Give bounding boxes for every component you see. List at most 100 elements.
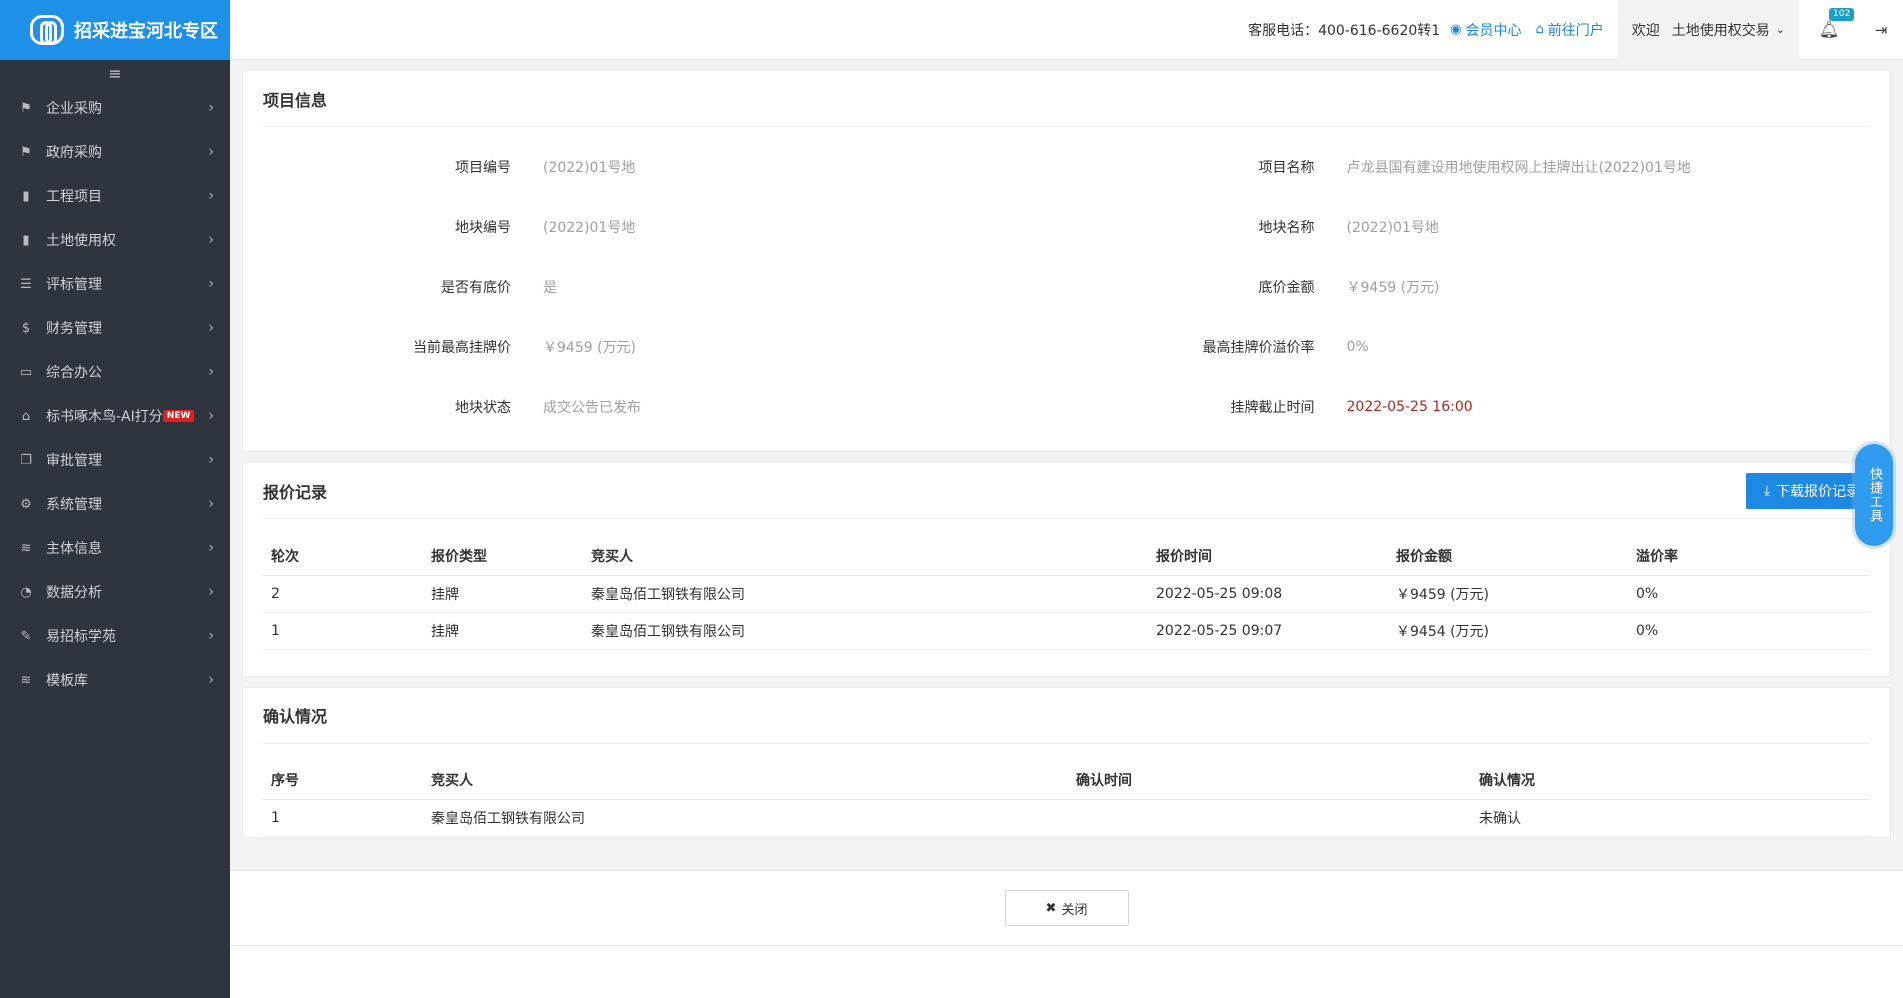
sidebar-item-ai-scoring[interactable]: ⌂ 标书啄木鸟-AI打分 NEW › [0, 394, 230, 438]
field-value: (2022)01号地 [1346, 220, 1439, 236]
column-header: 竞买人 [423, 761, 1068, 800]
table-cell: 0% [1628, 612, 1870, 650]
confirmation-panel: 确认情况 序号 竞买人 确认时间 确认情况 1 秦皇岛佰工钢铁有限公司 未确认 [242, 686, 1891, 838]
field-value: 卢龙县国有建设用地使用权网上挂牌出让(2022)01号地 [1346, 160, 1691, 176]
table-cell: 2022-05-25 09:08 [1148, 575, 1388, 613]
chevron-right-icon: › [208, 276, 214, 292]
field-label: 挂牌截止时间 [1230, 400, 1315, 416]
column-header: 轮次 [263, 537, 423, 576]
download-icon: ⤓ [1763, 482, 1770, 499]
column-header: 报价类型 [423, 537, 583, 576]
sidebar-item-label: 评标管理 [46, 277, 102, 293]
info-row: 是否有底价 是 [263, 257, 1067, 317]
field-value: ￥9459 (万元) [543, 340, 637, 356]
table-cell: 1 [263, 799, 423, 837]
sidebar-item-templates[interactable]: ≋ 模板库 › [0, 658, 230, 702]
logout-button[interactable]: ⇥ [1859, 0, 1903, 60]
field-label: 项目编号 [455, 160, 511, 176]
sidebar-item-label: 政府采购 [46, 145, 102, 161]
flag-icon: ⚑ [20, 100, 32, 116]
sidebar-item-enterprise-procurement[interactable]: ⚑ 企业采购 › [0, 86, 230, 130]
close-button[interactable]: ✖ 关闭 [1004, 890, 1129, 926]
sidebar-item-label: 数据分析 [46, 585, 102, 601]
portal-link[interactable]: ⌂ 前往门户 [1536, 20, 1604, 40]
list-icon: ☰ [20, 276, 32, 292]
chevron-right-icon: › [208, 100, 214, 116]
notification-button[interactable]: 🔔︎ 102 [1799, 0, 1859, 60]
sidebar-item-data-analysis[interactable]: ◔ 数据分析 › [0, 570, 230, 614]
menu-collapse-icon[interactable]: ≡ [0, 60, 230, 86]
chevron-right-icon: › [208, 364, 214, 380]
database-icon: ≋ [20, 672, 32, 688]
chevron-down-icon: ⌄ [1775, 23, 1785, 36]
panel-title: 项目信息 [263, 90, 328, 110]
info-row: 挂牌截止时间 2022-05-25 16:00 [1067, 377, 1871, 437]
field-label: 最高挂牌价溢价率 [1202, 340, 1315, 356]
chevron-right-icon: › [208, 540, 214, 556]
sidebar: 招采进宝河北专区 ≡ ⚑ 企业采购 › ⚑ 政府采购 › ▮ 工程项目 › ▮ … [0, 0, 230, 998]
hotline-text: 客服电话：400-616-6620转1 [1248, 22, 1441, 39]
sidebar-item-label: 综合办公 [46, 365, 102, 381]
sidebar-item-finance[interactable]: $ 财务管理 › [0, 306, 230, 350]
sidebar-item-label: 主体信息 [46, 541, 102, 557]
column-header: 确认时间 [1068, 761, 1471, 800]
info-row: 底价金额 ￥9459 (万元) [1067, 257, 1871, 317]
gears-icon: ⚙ [20, 496, 32, 512]
bid-records-panel: 报价记录 ⤓ 下载报价记录 轮次 报价类型 竞买人 报价时间 报价金额 溢价率 … [242, 462, 1891, 677]
table-cell: 0% [1628, 575, 1870, 613]
field-value: ￥9459 (万元) [1346, 280, 1440, 296]
sidebar-item-approval[interactable]: ❐ 审批管理 › [0, 438, 230, 482]
info-row: 地块状态 成交公告已发布 [263, 377, 1067, 437]
info-row: 项目名称 卢龙县国有建设用地使用权网上挂牌出让(2022)01号地 [1067, 137, 1871, 197]
member-center-link[interactable]: ◉ 会员中心 [1450, 20, 1521, 40]
table-cell: 挂牌 [423, 612, 583, 650]
sidebar-item-system[interactable]: ⚙ 系统管理 › [0, 482, 230, 526]
building-icon: ▮ [22, 232, 30, 248]
table-header-row: 轮次 报价类型 竞买人 报价时间 报价金额 溢价率 [263, 537, 1870, 576]
sidebar-item-label: 企业采购 [46, 101, 102, 117]
building-icon: ▮ [22, 188, 30, 204]
logout-icon: ⇥ [1874, 20, 1888, 39]
monitor-icon: ▭ [19, 364, 33, 380]
brand-title: 招采进宝河北专区 [74, 21, 218, 42]
column-header: 报价时间 [1148, 537, 1388, 576]
quick-tools-button[interactable]: 快捷工具 [1855, 444, 1893, 546]
sidebar-item-engineering-projects[interactable]: ▮ 工程项目 › [0, 174, 230, 218]
brand-header[interactable]: 招采进宝河北专区 [0, 0, 230, 60]
sidebar-item-academy[interactable]: ✎ 易招标学苑 › [0, 614, 230, 658]
sidebar-item-government-procurement[interactable]: ⚑ 政府采购 › [0, 130, 230, 174]
table-cell: 2 [263, 575, 423, 613]
flag-icon: ⚑ [20, 144, 32, 160]
field-label: 地块名称 [1258, 220, 1315, 236]
sidebar-item-entity-info[interactable]: ≋ 主体信息 › [0, 526, 230, 570]
field-label: 项目名称 [1258, 160, 1315, 176]
dollar-icon: $ [21, 320, 31, 336]
table-row: 2 挂牌 秦皇岛佰工钢铁有限公司 2022-05-25 09:08 ￥9459 … [263, 575, 1870, 613]
bid-records-table: 轮次 报价类型 竞买人 报价时间 报价金额 溢价率 2 挂牌 秦皇岛佰工钢铁有限… [263, 537, 1870, 650]
panel-title: 报价记录 [263, 482, 328, 502]
field-value: (2022)01号地 [543, 160, 636, 176]
main-content: 项目信息 项目编号 (2022)01号地 项目名称 卢龙县国有建设用地使用权网上… [230, 60, 1903, 870]
chevron-right-icon: › [208, 628, 214, 644]
copy-icon: ❐ [20, 452, 32, 468]
field-value: (2022)01号地 [543, 220, 636, 236]
chevron-right-icon: › [208, 232, 214, 248]
table-header-row: 序号 竞买人 确认时间 确认情况 [263, 761, 1870, 800]
field-value: 0% [1346, 339, 1369, 355]
new-badge: NEW [162, 410, 195, 422]
table-cell: 挂牌 [423, 575, 583, 613]
sidebar-item-label: 工程项目 [46, 189, 102, 205]
field-value: 2022-05-25 16:00 [1346, 399, 1473, 415]
bid-records-table-wrap: 轮次 报价类型 竞买人 报价时间 报价金额 溢价率 2 挂牌 秦皇岛佰工钢铁有限… [263, 519, 1870, 676]
table-cell: 秦皇岛佰工钢铁有限公司 [583, 575, 1148, 613]
user-menu[interactable]: 欢迎 土地使用权交易 ⌄ [1617, 0, 1799, 60]
sidebar-item-office[interactable]: ▭ 综合办公 › [0, 350, 230, 394]
sidebar-item-land-use-rights[interactable]: ▮ 土地使用权 › [0, 218, 230, 262]
sidebar-item-label: 系统管理 [46, 497, 102, 513]
sidebar-item-bid-evaluation[interactable]: ☰ 评标管理 › [0, 262, 230, 306]
info-row: 项目编号 (2022)01号地 [263, 137, 1067, 197]
project-info-panel: 项目信息 项目编号 (2022)01号地 项目名称 卢龙县国有建设用地使用权网上… [242, 70, 1891, 452]
column-header: 确认情况 [1471, 761, 1870, 800]
panel-title: 确认情况 [263, 707, 328, 726]
user-circle-icon: ◉ [1450, 22, 1462, 37]
